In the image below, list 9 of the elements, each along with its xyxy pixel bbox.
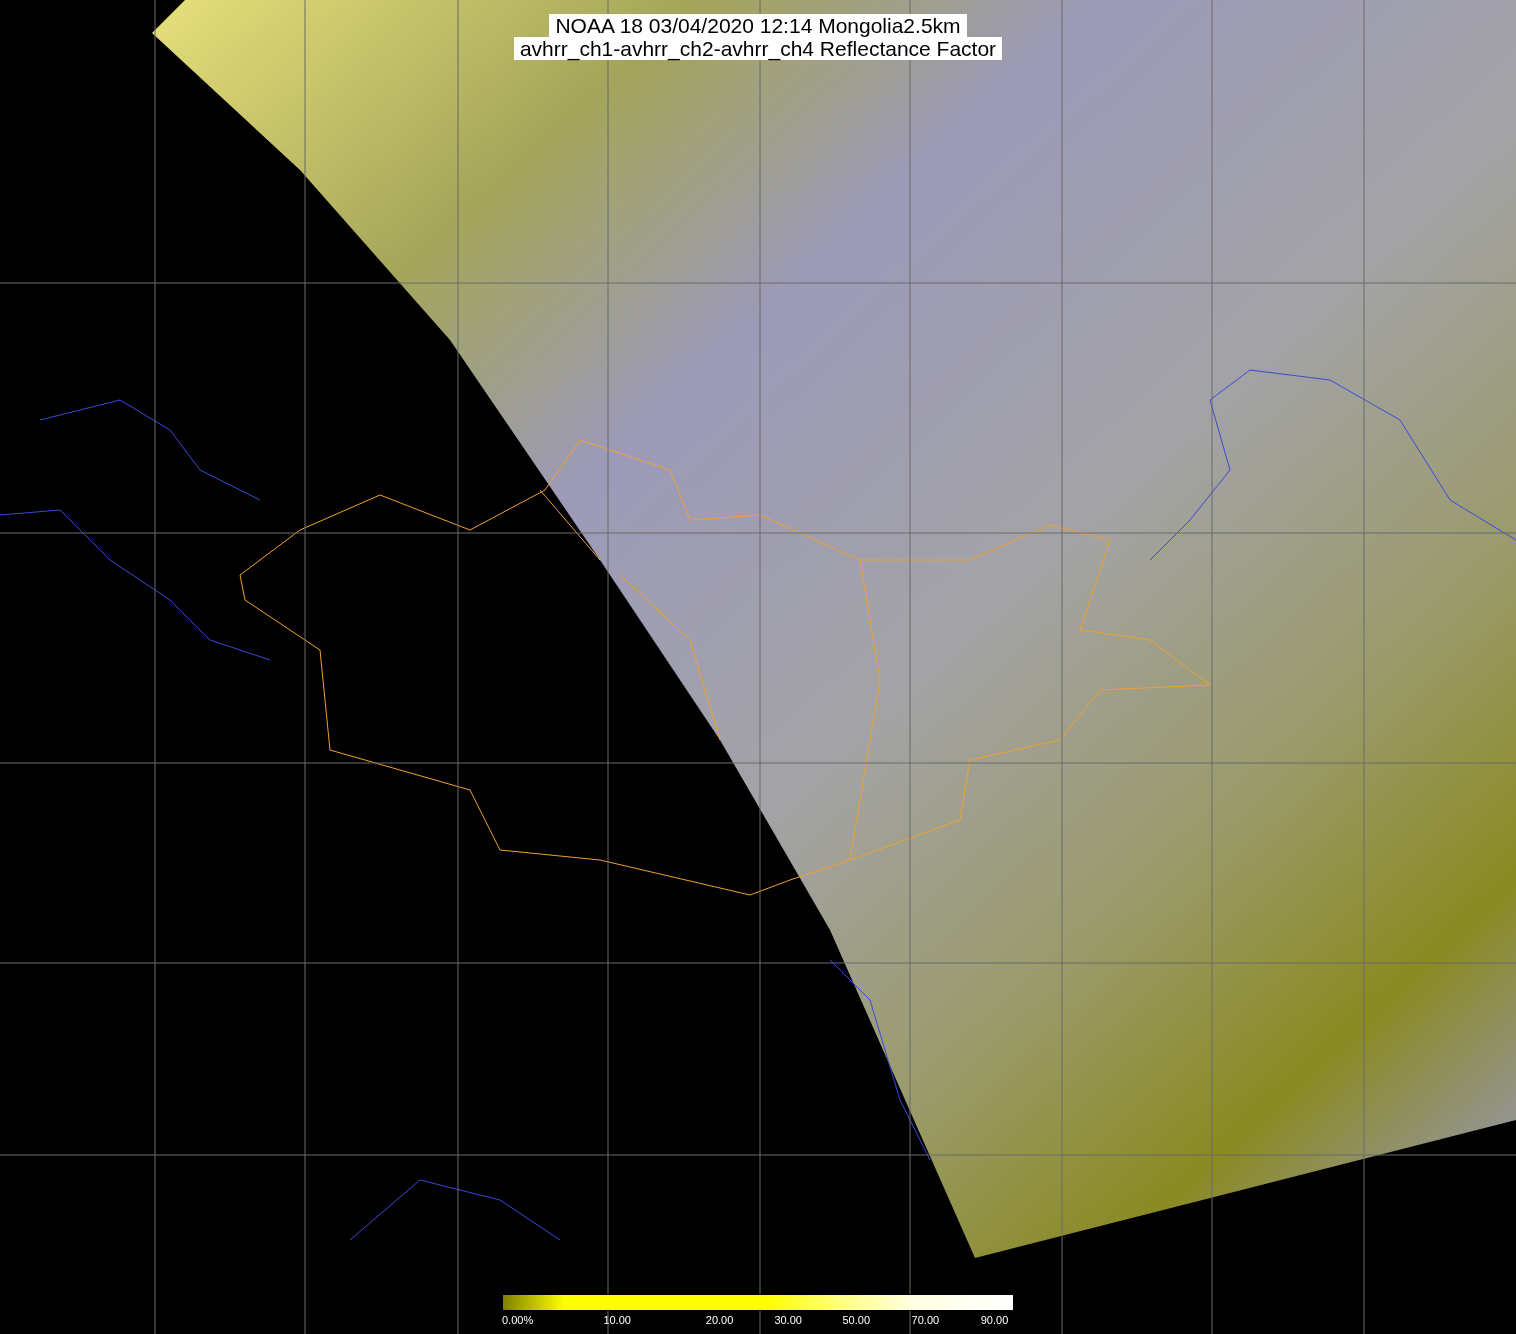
colorbar-label: 20.00 (705, 1313, 734, 1327)
map-title: avhrr_ch1-avhrr_ch2-avhrr_ch4 Reflectance Factor (513, 37, 1003, 60)
colorbar-label: 30.00 (774, 1313, 802, 1327)
colorbar-label: 90.00 (980, 1313, 1009, 1327)
colorbar-label: 70.00 (911, 1313, 940, 1327)
colorbar-label: 0.00% (502, 1313, 534, 1327)
map-title: NOAA 18 03/04/2020 12:14 Mongolia2.5km (549, 14, 967, 37)
colorbar-label: 10.00 (603, 1313, 631, 1327)
colorbar-label: 50.00 (842, 1313, 870, 1327)
